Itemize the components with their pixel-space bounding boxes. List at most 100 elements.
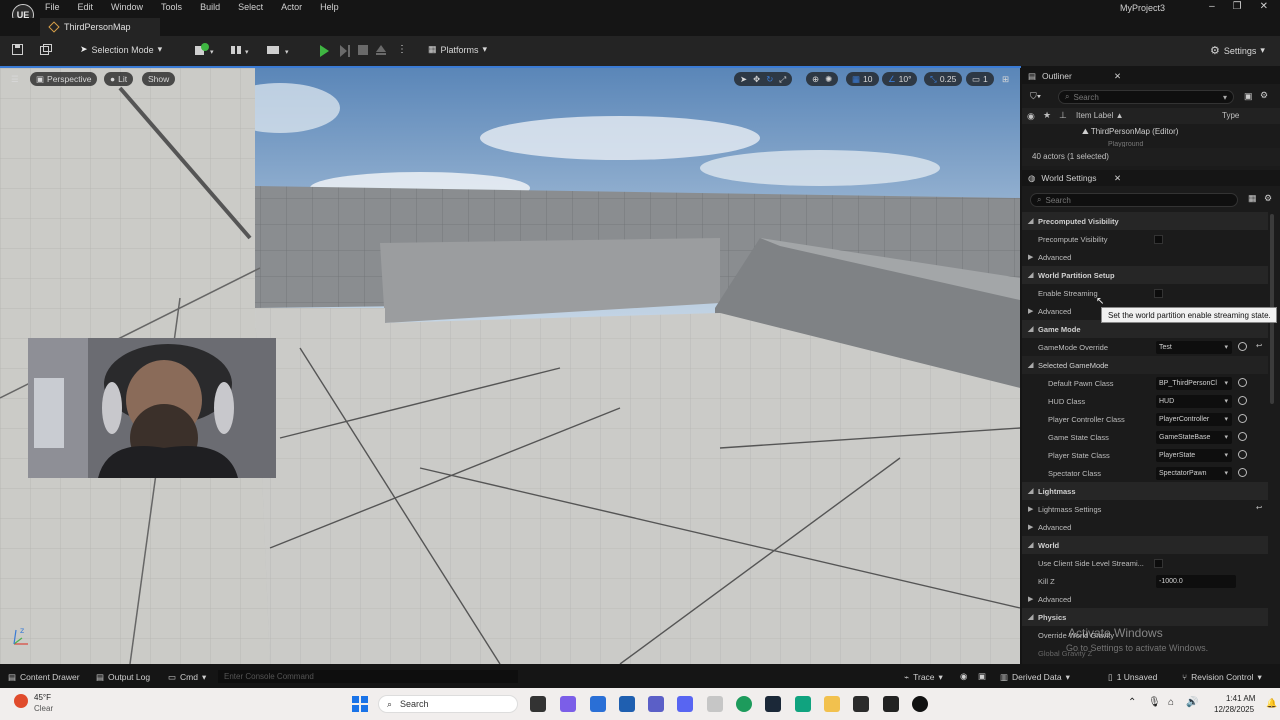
perspective-button[interactable]: ▣ Perspective [30,72,98,86]
add-actor-icon[interactable]: ▾ [194,43,216,57]
discord-icon[interactable] [677,696,693,712]
world-settings-search-input[interactable]: ⌕ Search [1030,193,1238,207]
output-log-button[interactable]: ▤ Output Log [96,672,150,683]
lit-button[interactable]: ● Lit [104,72,134,86]
scale-tool-icon[interactable]: ⤢ [779,74,786,85]
category-world[interactable]: ◢ World [1022,536,1268,554]
surface-snap-icon[interactable]: ✺ [825,74,832,85]
outlook-icon[interactable] [619,696,635,712]
kill-z-input[interactable]: -1000.0 [1156,574,1236,588]
precompute-visibility-checkbox[interactable] [1154,234,1163,244]
save-icon[interactable] [12,44,23,55]
clock-date[interactable]: 12/28/2025 [1214,705,1254,714]
epic-games-icon[interactable] [883,696,899,712]
browse-icon[interactable] [1238,396,1247,405]
weather-icon[interactable] [14,694,28,708]
category-selected-gamemode[interactable]: ◢ Selected GameMode [1022,356,1268,374]
teams-icon[interactable] [648,696,664,712]
camera-icon[interactable]: ▣ [978,671,986,682]
notification-icon[interactable]: 🔔 [1266,698,1277,709]
grid-snap-button[interactable]: ▦ 10 [846,72,879,86]
chevron-up-icon[interactable]: ⌃ [1128,697,1136,708]
windows-start-icon[interactable] [352,696,368,712]
store-icon[interactable] [590,696,606,712]
menu-select[interactable]: Select [229,2,272,12]
content-drawer-button[interactable]: ▤ Content Drawer [8,672,80,683]
select-tool-icon[interactable]: ➤ [740,74,747,85]
category-world-partition-setup[interactable]: ◢ World Partition Setup [1022,266,1268,284]
category-lightmass[interactable]: ◢ Lightmass [1022,482,1268,500]
gear-icon[interactable]: ⚙ [1260,90,1268,101]
cmd-dropdown[interactable]: ▭ Cmd ▾ [168,672,206,683]
app-icon[interactable] [707,696,723,712]
browse-icon[interactable] [1238,342,1247,351]
default-pawn-select[interactable]: BP_ThirdPersonCl ▾ [1156,376,1232,390]
microphone-icon[interactable]: 🎙 [1148,697,1161,708]
prop-lightmass-settings[interactable]: ▶ Lightmass Settings ↩ [1022,500,1268,518]
table-view-icon[interactable]: ▦ [1248,193,1257,204]
game-state-select[interactable]: GameStateBase ▾ [1156,430,1232,444]
outliner-row-partial[interactable]: Playground [1108,141,1143,147]
close-icon[interactable]: ✕ [1260,1,1268,12]
prop-advanced-4[interactable]: ▶ Advanced [1022,590,1268,608]
move-tool-icon[interactable]: ✥ [753,74,760,85]
category-physics[interactable]: ◢ Physics [1022,608,1268,626]
maximize-viewport-icon[interactable]: ⊞ [996,72,1015,86]
content-browser-icon[interactable] [40,44,52,55]
app-icon-2[interactable] [853,696,869,712]
cinematics-icon[interactable]: ▾ [266,43,292,57]
spectator-select[interactable]: SpectatorPawn ▾ [1156,466,1232,480]
player-state-select[interactable]: PlayerState ▾ [1156,448,1232,462]
trace-dropdown[interactable]: ⌁ Trace ▾ [904,672,943,683]
eject-icon[interactable] [376,45,387,56]
tab-third-person-map[interactable]: ThirdPersonMap [40,18,160,36]
hud-class-select[interactable]: HUD ▾ [1156,394,1232,408]
world-coords-icon[interactable]: ⊕ [812,74,819,85]
volume-icon[interactable]: 🔊 [1186,697,1198,708]
copilot-icon[interactable] [560,696,576,712]
rotation-snap-button[interactable]: ∠ 10° [882,72,918,86]
stop-icon[interactable] [358,45,369,56]
derived-data-button[interactable]: ▥ Derived Data ▾ [1000,672,1070,683]
file-explorer-icon[interactable] [824,696,840,712]
gear-icon[interactable]: ⚙ [1264,193,1272,204]
browse-icon[interactable] [1238,432,1247,441]
record-icon[interactable]: ◉ [960,671,967,682]
network-icon[interactable]: ⌂ [1168,697,1174,708]
browse-icon[interactable] [1238,450,1247,459]
menu-edit[interactable]: Edit [69,2,103,12]
reset-arrow-icon[interactable]: ↩ [1256,341,1262,350]
enable-streaming-checkbox[interactable] [1154,288,1163,298]
prop-advanced-1[interactable]: ▶ Advanced [1022,248,1268,266]
prop-advanced-3[interactable]: ▶ Advanced [1022,518,1268,536]
task-view-icon[interactable] [530,696,546,712]
platforms-dropdown[interactable]: ▦ Platforms ▾ [428,44,487,55]
show-button[interactable]: Show [142,72,176,86]
camera-speed-button[interactable]: ▭ 1 [966,72,994,86]
play-button[interactable] [320,45,329,57]
viewport-menu-icon[interactable]: ☰ [8,72,24,86]
menu-tools[interactable]: Tools [152,2,191,12]
menu-window[interactable]: Window [102,2,152,12]
minimize-icon[interactable]: – [1209,1,1215,12]
unsaved-button[interactable]: ▯ 1 Unsaved [1108,672,1157,683]
console-input[interactable]: Enter Console Command [218,670,518,683]
gamemode-override-select[interactable]: Test ▾ [1156,340,1232,354]
scale-snap-button[interactable]: ⤡ 0.25 [924,72,963,86]
taskbar-search-input[interactable]: ⌕ Search [378,695,518,713]
menu-build[interactable]: Build [191,2,229,12]
selection-mode-dropdown[interactable]: ➤ Selection Mode ▾ [80,44,162,55]
menu-file[interactable]: File [36,2,69,12]
visibility-icon[interactable]: ◉ [1027,111,1035,122]
type-column[interactable]: Type [1222,111,1239,120]
menu-actor[interactable]: Actor [272,2,311,12]
outliner-row-map[interactable]: ⛰ ThirdPersonMap (Editor) [1082,127,1178,137]
menu-help[interactable]: Help [311,2,348,12]
edge-icon[interactable] [736,696,752,712]
settings-dropdown[interactable]: ⚙ Settings ▾ [1210,44,1265,57]
pin-icon[interactable]: ⊥ [1059,110,1067,121]
revision-control-button[interactable]: ⑂ Revision Control ▾ [1182,672,1262,683]
browse-icon[interactable] [1238,468,1247,477]
unreal-editor-icon[interactable] [912,696,928,712]
browse-icon[interactable] [1238,414,1247,423]
